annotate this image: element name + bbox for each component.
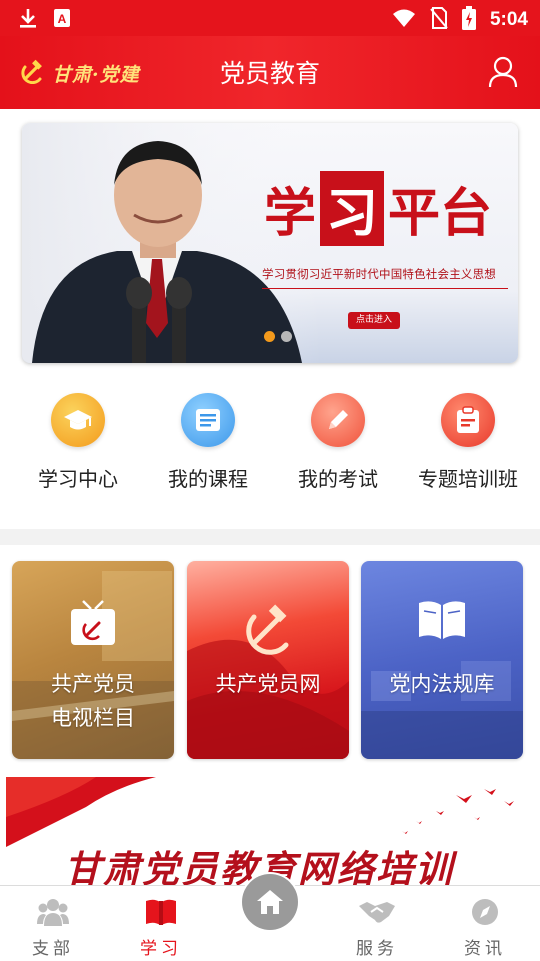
quick-menu-label: 我的课程 — [168, 467, 248, 491]
quick-menu-label: 专题培训班 — [418, 467, 518, 491]
nav-study[interactable]: 学习 — [116, 898, 206, 959]
people-icon — [8, 898, 98, 930]
book-icon — [361, 599, 523, 641]
nav-label: 支部 — [32, 939, 74, 959]
tv-party-icon — [12, 599, 174, 647]
banner-carousel[interactable]: 学 习 平台 学习贯彻习近平新时代中国特色社会主义思想 点击进入 — [22, 123, 518, 363]
carousel-dot-active[interactable] — [264, 331, 275, 342]
card-label: 共产党员电视栏目 — [12, 667, 174, 735]
main-content[interactable]: 学 习 平台 学习贯彻习近平新时代中国特色社会主义思想 点击进入 学习中心 我的… — [0, 109, 540, 885]
nav-label: 学习 — [140, 939, 182, 959]
card-background-flag — [187, 639, 349, 759]
svg-text:A: A — [58, 12, 67, 26]
status-bar: A 5:04 — [0, 0, 540, 36]
feature-cards-panel: 共产党员电视栏目 共产党员网 党内法规库 甘肃党员教育网络培训 — [0, 545, 540, 885]
card-label: 共产党员网 — [215, 672, 321, 696]
card-label: 党内法规库 — [389, 672, 495, 696]
banner-title-part2: 习 — [320, 171, 385, 246]
pencil-icon — [311, 393, 365, 447]
bottom-navigation: 支部 学习 服务 资讯 — [0, 872, 540, 961]
card-party-tv[interactable]: 共产党员电视栏目 — [12, 561, 174, 759]
nav-label: 资讯 — [464, 939, 506, 959]
carousel-indicator — [264, 331, 292, 342]
handshake-icon — [332, 898, 422, 930]
quick-menu-my-courses[interactable]: 我的课程 — [143, 393, 273, 495]
quick-menu-label: 我的考试 — [298, 467, 378, 491]
home-icon — [242, 874, 298, 930]
nav-label: 服务 — [356, 939, 398, 959]
graduation-cap-icon — [51, 393, 105, 447]
app-header: 甘肃·党建 党员教育 — [0, 36, 540, 109]
card-label-text: 共产党员电视栏目 — [51, 672, 135, 730]
quick-menu-learning-center[interactable]: 学习中心 — [13, 393, 143, 495]
download-icon — [18, 7, 38, 33]
course-list-icon — [181, 393, 235, 447]
no-sim-icon — [430, 7, 448, 33]
banner-title-part1: 学 — [264, 183, 317, 244]
carousel-dot[interactable] — [281, 331, 292, 342]
banner-title-part3: 平台 — [388, 183, 493, 244]
nav-branch[interactable]: 支部 — [8, 898, 98, 959]
clipboard-icon — [441, 393, 495, 447]
user-icon[interactable] — [488, 56, 518, 92]
card-party-regulations[interactable]: 党内法规库 — [361, 561, 523, 759]
promo-banner[interactable]: 甘肃党员教育网络培训 — [6, 777, 534, 885]
banner-title: 学 习 平台 — [264, 171, 492, 246]
banner-enter-button[interactable]: 点击进入 — [348, 312, 400, 329]
clock-time: 5:04 — [489, 9, 528, 30]
quick-menu-my-exams[interactable]: 我的考试 — [273, 393, 403, 495]
banner-subtitle: 学习贯彻习近平新时代中国特色社会主义思想 — [262, 266, 508, 289]
compass-icon — [440, 898, 530, 930]
card-background-office — [361, 661, 523, 759]
party-emblem-icon — [187, 599, 349, 655]
book-open-icon — [116, 898, 206, 930]
card-party-member-net[interactable]: 共产党员网 — [187, 561, 349, 759]
home-button[interactable] — [240, 872, 300, 932]
a-badge-icon: A — [52, 7, 72, 33]
top-panel: 学 习 平台 学习贯彻习近平新时代中国特色社会主义思想 点击进入 学习中心 我的… — [0, 109, 540, 529]
nav-service[interactable]: 服务 — [332, 898, 422, 959]
nav-news[interactable]: 资讯 — [440, 898, 530, 959]
quick-menu-special-training[interactable]: 专题培训班 — [403, 393, 533, 495]
battery-charging-icon — [461, 6, 476, 34]
page-title: 党员教育 — [219, 59, 320, 88]
quick-menu-label: 学习中心 — [38, 467, 118, 491]
wifi-icon — [392, 8, 416, 32]
